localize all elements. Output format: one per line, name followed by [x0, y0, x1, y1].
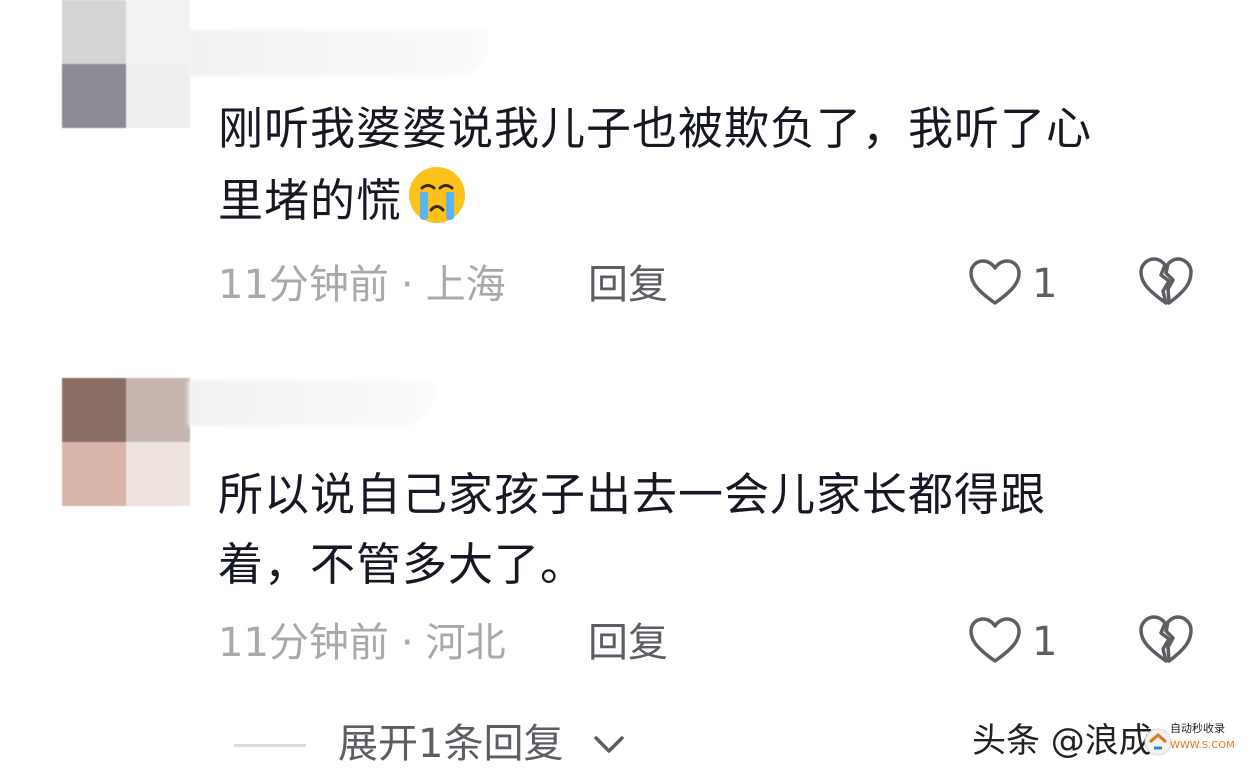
comment-item: 刚听我婆婆说我儿子也被欺负了，我听了心 里堵的慌 11分钟前 · 上海 回复 1 [0, 0, 1260, 340]
avatar[interactable] [62, 0, 190, 128]
comment-text-line: 着，不管多大了。 [218, 538, 587, 591]
crying-face-icon [406, 164, 468, 226]
comment-time: 11分钟前 [218, 262, 389, 308]
like-count: 1 [1032, 619, 1058, 665]
comment-text: 所以说自己家孩子出去一会儿家长都得跟 着，不管多大了。 [218, 460, 1218, 600]
meta-separator: · [400, 620, 414, 666]
comment-text-line: 里堵的慌 [218, 174, 403, 227]
comment-location: 上海 [425, 262, 506, 308]
watermark: 头条 @浪成 自动秒收录 WWW.S.COM [972, 716, 1252, 766]
reply-button[interactable]: 回复 [588, 618, 668, 668]
broken-heart-icon [1139, 615, 1193, 663]
watermark-text: 头条 @浪成 [972, 721, 1153, 761]
like-button[interactable]: 1 [968, 256, 1068, 312]
like-count: 1 [1032, 261, 1058, 307]
comment-meta: 11分钟前 · 河北 回复 [218, 618, 668, 668]
comment-time: 11分钟前 [218, 620, 389, 666]
dislike-button[interactable] [1138, 614, 1194, 670]
heart-outline-icon [969, 259, 1021, 305]
comment-location: 河北 [425, 620, 506, 666]
comment-text-line: 刚听我婆婆说我儿子也被欺负了，我听了心 [218, 102, 1093, 155]
username[interactable] [188, 380, 433, 426]
chevron-down-icon [594, 736, 624, 753]
divider-line [234, 744, 306, 747]
meta-separator: · [400, 262, 414, 308]
heart-outline-icon [969, 617, 1021, 663]
like-button[interactable]: 1 [968, 614, 1068, 670]
username[interactable] [188, 30, 488, 76]
expand-replies-button[interactable]: 展开1条回复 [234, 714, 654, 774]
comment-meta: 11分钟前 · 上海 回复 [218, 260, 668, 310]
broken-heart-icon [1139, 257, 1193, 305]
reply-button[interactable]: 回复 [588, 260, 668, 310]
comment-item: 所以说自己家孩子出去一会儿家长都得跟 着，不管多大了。 11分钟前 · 河北 回复 … [0, 358, 1260, 688]
watermark-logo-sub: WWW.S.COM [1170, 740, 1235, 751]
comment-text-line: 所以说自己家孩子出去一会儿家长都得跟 [218, 468, 1047, 521]
watermark-logo-text: 自动秒收录 [1170, 722, 1225, 735]
dislike-button[interactable] [1138, 256, 1194, 312]
avatar[interactable] [62, 378, 190, 506]
comment-text: 刚听我婆婆说我儿子也被欺负了，我听了心 里堵的慌 [218, 94, 1218, 236]
expand-replies-label: 展开1条回复 [338, 721, 564, 767]
